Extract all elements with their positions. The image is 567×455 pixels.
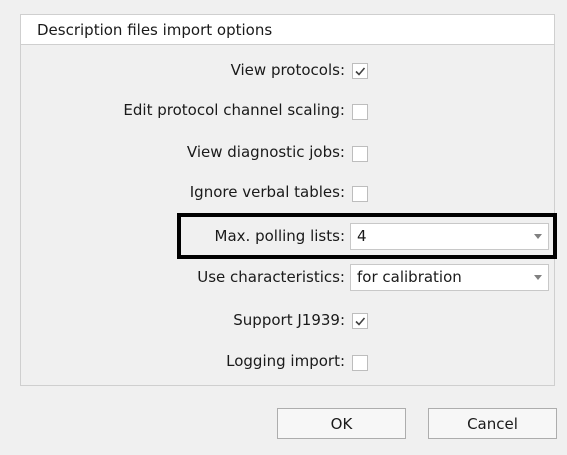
checkmark-icon xyxy=(355,317,366,326)
ignore-verbal-checkbox[interactable] xyxy=(352,186,368,202)
support-j1939-checkbox[interactable] xyxy=(352,313,368,329)
edit-scaling-label: Edit protocol channel scaling: xyxy=(123,101,345,119)
ignore-verbal-label: Ignore verbal tables: xyxy=(189,183,345,201)
logging-import-label: Logging import: xyxy=(226,352,345,370)
use-characteristics-combo[interactable]: for calibration xyxy=(350,264,549,291)
view-diagnostic-label: View diagnostic jobs: xyxy=(186,143,345,161)
ok-button[interactable]: OK xyxy=(277,408,406,439)
chevron-down-icon xyxy=(534,275,542,280)
edit-scaling-checkbox[interactable] xyxy=(352,104,368,120)
group-header: Description files import options xyxy=(21,15,554,45)
support-j1939-label: Support J1939: xyxy=(233,311,345,329)
view-protocols-label: View protocols: xyxy=(230,61,345,79)
group-title: Description files import options xyxy=(37,21,273,39)
view-diagnostic-checkbox[interactable] xyxy=(352,146,368,162)
view-protocols-checkbox[interactable] xyxy=(352,63,368,79)
use-characteristics-label: Use characteristics: xyxy=(197,268,345,286)
logging-import-checkbox[interactable] xyxy=(352,355,368,371)
highlight-frame xyxy=(177,213,557,259)
use-characteristics-value: for calibration xyxy=(357,268,462,286)
cancel-button[interactable]: Cancel xyxy=(428,408,557,439)
checkmark-icon xyxy=(355,67,366,76)
